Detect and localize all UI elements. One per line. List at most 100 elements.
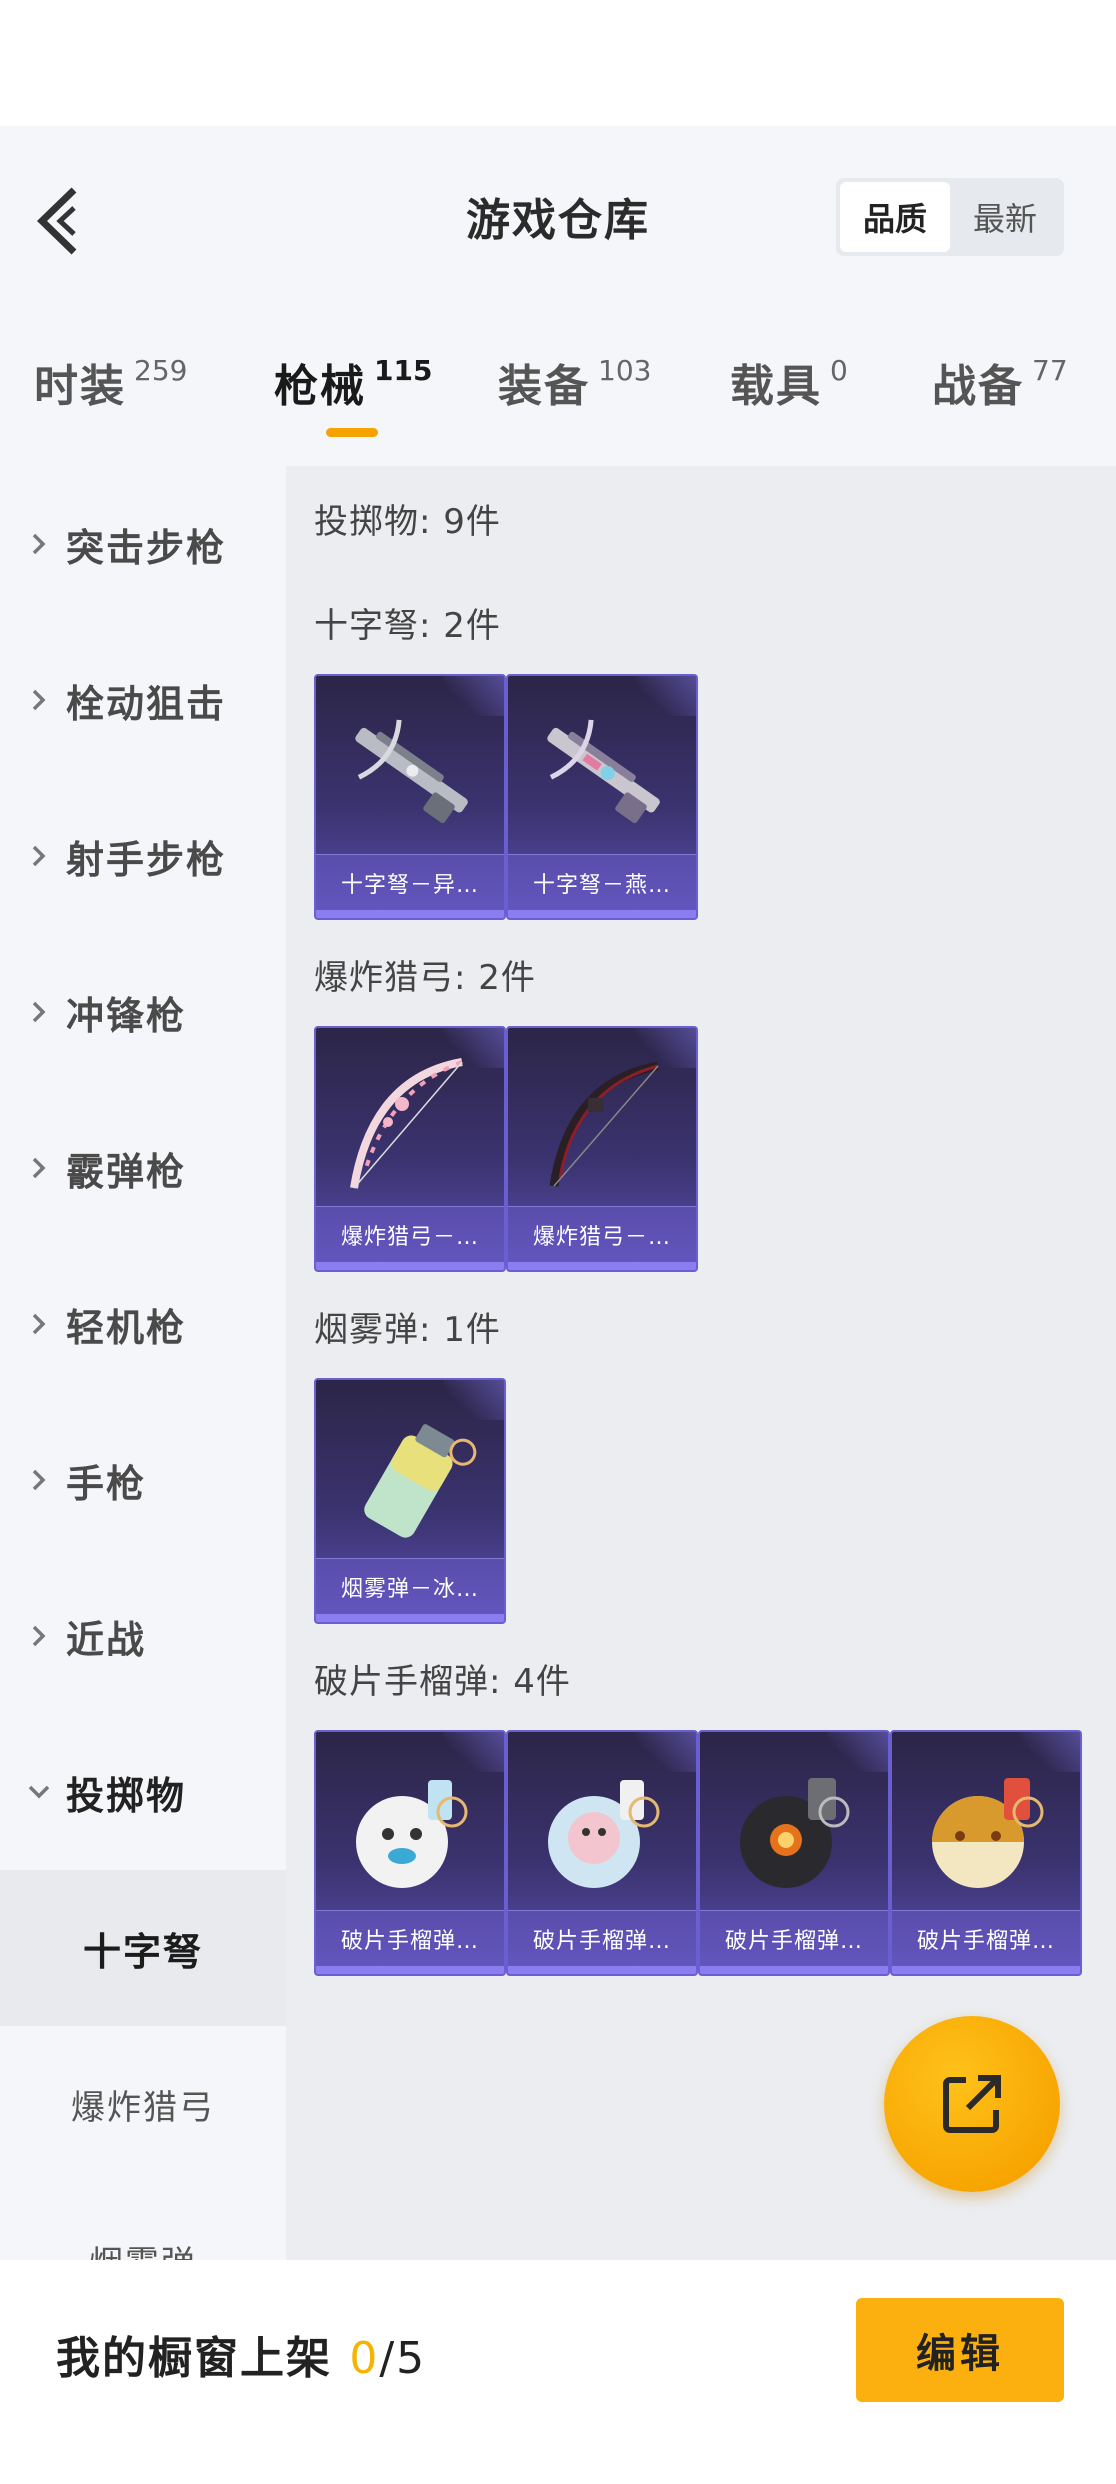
frag-grenade-image <box>332 1752 490 1902</box>
item-card-title: 烟雾弹－冰… <box>316 1558 504 1614</box>
card-row-frag-grenade: 破片手榴弹… 破片手榴弹… 破片手榴弹… 破片手榴弹… <box>314 1730 1082 1976</box>
sidebar-item-throwables[interactable]: 投掷物 <box>0 1714 286 1870</box>
tab-count: 0 <box>830 354 848 387</box>
sidebar-item-lmg[interactable]: 轻机枪 <box>0 1246 286 1402</box>
sidebar-item-label: 冲锋枪 <box>66 993 187 1038</box>
sidebar-item-label: 近战 <box>66 1617 147 1662</box>
item-card-title: 破片手榴弹… <box>700 1910 888 1966</box>
sidebar-subitem-label: 爆炸猎弓 <box>71 2087 215 2128</box>
sidebar-subitem-label: 十字弩 <box>82 1929 203 1974</box>
item-card-title: 爆炸猎弓－… <box>508 1206 696 1262</box>
card-row-crossbow: 十字弩－异… 十字弩－燕… <box>314 674 698 920</box>
showcase-total: /5 <box>379 2333 427 2384</box>
item-card[interactable]: 破片手榴弹… <box>890 1730 1082 1976</box>
tab-label: 枪械 <box>274 361 366 412</box>
sidebar-item-label: 手枪 <box>66 1461 147 1506</box>
sidebar-item-pistol[interactable]: 手枪 <box>0 1402 286 1558</box>
active-tab-indicator <box>326 428 378 437</box>
tab-label: 时装 <box>34 361 126 412</box>
frag-grenade-image <box>716 1752 874 1902</box>
item-list: 投掷物: 9件 十字弩: 2件 十字弩－异… 十字弩－燕… 爆炸猎弓: 2件 爆… <box>286 466 1116 2260</box>
sidebar-item-label: 投掷物 <box>66 1773 187 1818</box>
tab-count: 103 <box>598 354 652 387</box>
tab-label: 载具 <box>730 361 822 412</box>
card-row-explosive-bow: 爆炸猎弓－… 爆炸猎弓－… <box>314 1026 698 1272</box>
item-card-title: 爆炸猎弓－… <box>316 1206 504 1262</box>
item-card-title: 破片手榴弹… <box>316 1910 504 1966</box>
sidebar: 突击步枪 栓动狙击 射手步枪 冲锋枪 霰弹枪 轻机枪 手枪 近战 投掷物 十字弩… <box>0 466 286 2260</box>
chevron-right-icon <box>28 841 50 871</box>
status-bar <box>0 0 1116 126</box>
tab-vehicles[interactable]: 载具 0 <box>730 350 848 414</box>
sidebar-subitem-explosive-bow[interactable]: 爆炸猎弓 <box>0 2026 286 2182</box>
chevron-down-icon <box>28 1777 50 1807</box>
sidebar-item-smg[interactable]: 冲锋枪 <box>0 934 286 1090</box>
sidebar-item-assault-rifle[interactable]: 突击步枪 <box>0 466 286 622</box>
item-card[interactable]: 十字弩－异… <box>314 674 506 920</box>
item-card[interactable]: 爆炸猎弓－… <box>314 1026 506 1272</box>
tab-count: 115 <box>374 354 433 387</box>
sidebar-item-label: 射手步枪 <box>66 837 227 882</box>
share-external-icon <box>943 2075 1001 2133</box>
bow-image <box>524 1048 682 1198</box>
sidebar-item-label: 轻机枪 <box>66 1305 187 1350</box>
sidebar-item-marksman-rifle[interactable]: 射手步枪 <box>0 778 286 934</box>
sidebar-subitem-smoke-grenade[interactable]: 烟雾弹 <box>0 2182 286 2261</box>
sort-quality-button[interactable]: 品质 <box>840 182 950 252</box>
tab-count: 77 <box>1032 354 1068 387</box>
tab-fashion[interactable]: 时装 259 <box>34 350 187 414</box>
bow-image <box>332 1048 490 1198</box>
sidebar-item-label: 栓动狙击 <box>66 681 227 726</box>
item-card[interactable]: 十字弩－燕… <box>506 674 698 920</box>
item-card[interactable]: 烟雾弹－冰… <box>314 1378 506 1624</box>
share-button[interactable] <box>884 2016 1060 2192</box>
item-card-title: 十字弩－燕… <box>508 854 696 910</box>
tab-equipment[interactable]: 装备 103 <box>498 350 651 414</box>
smoke-grenade-image <box>332 1400 490 1550</box>
sidebar-item-shotgun[interactable]: 霰弹枪 <box>0 1090 286 1246</box>
bottom-bar: 我的橱窗上架 0/5 编辑 <box>0 2260 1116 2484</box>
edit-button[interactable]: 编辑 <box>856 2298 1064 2402</box>
category-tabs: 时装 259 枪械 115 装备 103 载具 0 战备 77 <box>0 310 1116 466</box>
tab-label: 战备 <box>932 361 1024 412</box>
chevron-right-icon <box>28 1621 50 1651</box>
showcase-count: 0 <box>349 2333 380 2384</box>
showcase-label: 我的橱窗上架 <box>56 2333 350 2384</box>
section-title-explosive-bow: 爆炸猎弓: 2件 <box>314 958 536 998</box>
card-row-smoke-grenade: 烟雾弹－冰… <box>314 1378 506 1624</box>
sidebar-item-bolt-sniper[interactable]: 栓动狙击 <box>0 622 286 778</box>
tab-label: 装备 <box>498 361 590 412</box>
item-card-title: 破片手榴弹… <box>508 1910 696 1966</box>
tab-firearms[interactable]: 枪械 115 <box>274 350 432 414</box>
showcase-status: 我的橱窗上架 0/5 <box>56 2322 426 2386</box>
chevron-right-icon <box>28 1465 50 1495</box>
crossbow-image <box>332 696 490 846</box>
section-title-crossbow: 十字弩: 2件 <box>314 606 501 646</box>
chevron-right-icon <box>28 529 50 559</box>
section-title-throwables: 投掷物: 9件 <box>314 502 501 542</box>
chevron-right-icon <box>28 1153 50 1183</box>
sidebar-item-melee[interactable]: 近战 <box>0 1558 286 1714</box>
crossbow-image <box>524 696 682 846</box>
item-card[interactable]: 破片手榴弹… <box>698 1730 890 1976</box>
frag-grenade-image <box>524 1752 682 1902</box>
chevron-right-icon <box>28 1309 50 1339</box>
item-card[interactable]: 破片手榴弹… <box>314 1730 506 1976</box>
section-title-smoke-grenade: 烟雾弹: 1件 <box>314 1310 501 1350</box>
item-card[interactable]: 破片手榴弹… <box>506 1730 698 1976</box>
section-title-frag-grenade: 破片手榴弹: 4件 <box>314 1662 571 1702</box>
item-card-title: 十字弩－异… <box>316 854 504 910</box>
tab-count: 259 <box>134 354 188 387</box>
frag-grenade-image <box>908 1752 1066 1902</box>
item-card-title: 破片手榴弹… <box>892 1910 1080 1966</box>
sidebar-subitem-label: 烟雾弹 <box>89 2236 197 2261</box>
chevron-right-icon <box>28 997 50 1027</box>
sort-toggle: 品质 最新 <box>836 178 1064 256</box>
item-card[interactable]: 爆炸猎弓－… <box>506 1026 698 1272</box>
sidebar-subitem-crossbow[interactable]: 十字弩 <box>0 1870 286 2026</box>
chevron-right-icon <box>28 685 50 715</box>
tab-supplies[interactable]: 战备 77 <box>932 350 1068 414</box>
sidebar-item-label: 霰弹枪 <box>66 1149 187 1194</box>
sidebar-item-label: 突击步枪 <box>66 525 227 570</box>
sort-newest-button[interactable]: 最新 <box>950 182 1060 252</box>
